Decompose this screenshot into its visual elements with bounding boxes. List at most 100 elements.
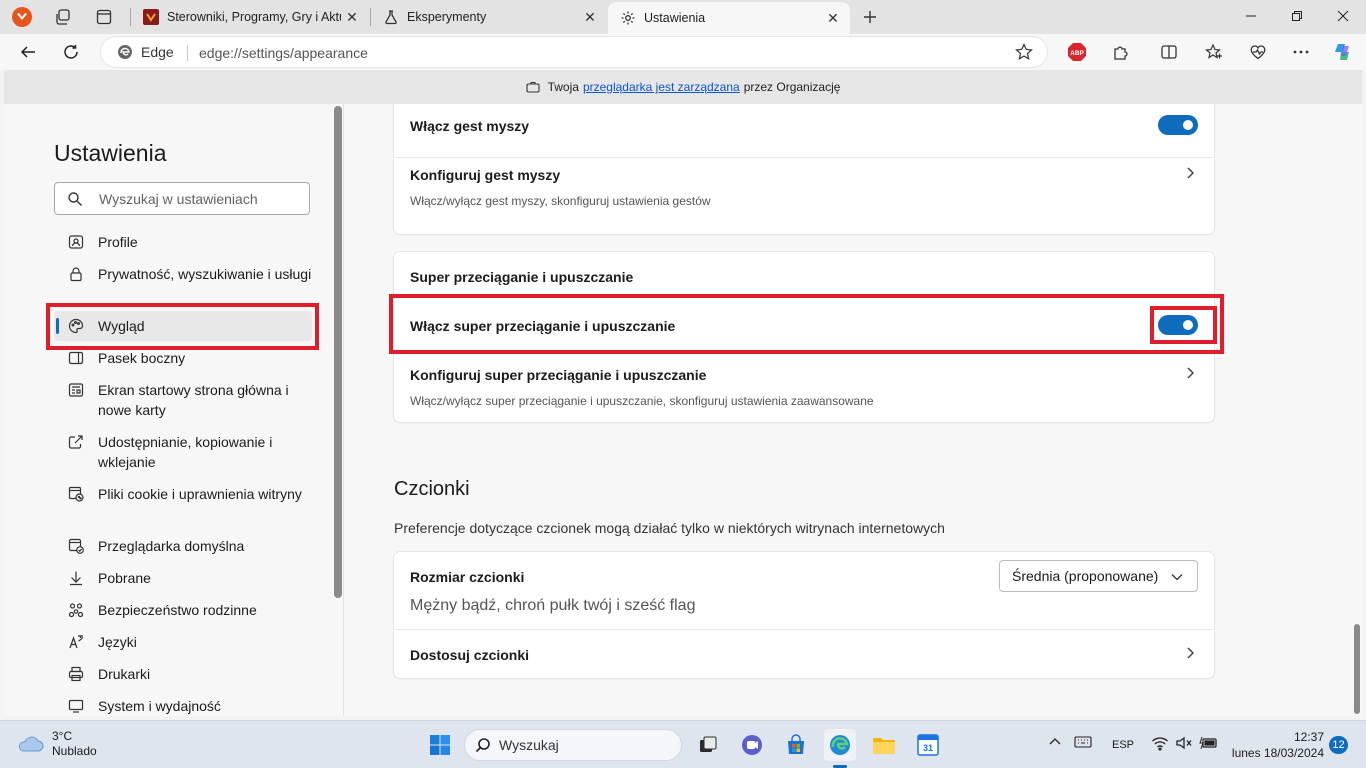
browser-essentials-icon[interactable] (1243, 37, 1273, 67)
back-arrow-icon[interactable] (13, 37, 43, 67)
chevron-down-icon (1171, 574, 1183, 581)
taskbar-search[interactable]: Wyszukaj (464, 729, 682, 761)
favorite-star-icon[interactable] (1015, 43, 1033, 64)
sidebar-item-printers[interactable]: Drukarki (54, 664, 312, 684)
site-identity[interactable]: Edge (117, 44, 174, 60)
workspaces-icon[interactable] (50, 5, 76, 29)
sidebar-item-label: Pliki cookie i uprawnienia witryny (98, 486, 302, 502)
sidebar-item-label: Języki (98, 634, 137, 650)
tab-ustawienia[interactable]: Ustawienia ✕ (608, 2, 850, 34)
font-size-dropdown[interactable]: Średnia (proponowane) (999, 560, 1198, 592)
settings-sidebar: Ustawienia Profile Prywatność, wyszukiwa… (4, 104, 344, 716)
sidebar-scrollbar[interactable] (334, 106, 342, 598)
tab-eksperymenty[interactable]: Eksperymenty ✕ (371, 2, 607, 32)
sidebar-item-profile[interactable]: Profile (54, 232, 312, 252)
super-drag-drop-header: Super przeciąganie i upuszczanie (410, 269, 634, 285)
sidebar-item-label: Wygląd (98, 318, 145, 334)
sidebar-item-downloads[interactable]: Pobrane (54, 568, 312, 588)
mouse-gesture-config-row[interactable]: Konfiguruj gest myszy Włącz/wyłącz gest … (394, 158, 1214, 234)
cloud-icon (18, 736, 44, 752)
sidebar-item-family[interactable]: Bezpieczeństwo rodzinne (54, 600, 312, 620)
new-tab-icon[interactable] (857, 5, 883, 29)
close-tab-icon[interactable]: ✕ (579, 6, 601, 28)
sidebar-item-label: Prywatność, wyszukiwanie i usługi (98, 266, 312, 282)
mouse-gesture-toggle[interactable] (1158, 115, 1198, 135)
sidebar-item-label: Profile (98, 234, 138, 250)
adblock-icon[interactable]: ABP (1062, 37, 1092, 67)
copilot-icon[interactable] (1328, 37, 1358, 67)
close-tab-icon[interactable]: ✕ (341, 6, 363, 28)
weather-widget[interactable]: 3°C Nublado (16, 729, 97, 759)
microsoft-store-icon[interactable] (780, 729, 812, 761)
address-bar[interactable]: Edge edge://settings/appearance (100, 36, 1048, 68)
sidebar-item-appearance[interactable]: Wygląd (54, 311, 312, 341)
show-hidden-icons-icon[interactable] (1047, 734, 1063, 753)
main-scrollbar[interactable] (1354, 624, 1360, 714)
super-drag-drop-config-row[interactable]: Konfiguruj super przeciąganie i upuszcza… (394, 351, 1214, 421)
favorites-icon[interactable] (1199, 37, 1229, 67)
close-tab-icon[interactable]: ✕ (822, 7, 844, 29)
sidebar-item-cookies[interactable]: Pliki cookie i uprawnienia witryny (54, 484, 312, 504)
keyboard-icon[interactable] (1074, 734, 1092, 753)
input-language[interactable]: ESP (1112, 739, 1134, 751)
weather-temp: 3°C (52, 729, 73, 743)
sidebar-item-label: Przeglądarka domyślna (98, 538, 245, 554)
teams-chat-icon[interactable] (736, 729, 768, 761)
file-explorer-icon[interactable] (868, 729, 900, 761)
edge-browser-icon[interactable] (824, 729, 856, 761)
wifi-icon[interactable] (1151, 735, 1169, 754)
sidebar-item-system[interactable]: System i wydajność (54, 696, 312, 716)
profile-avatar-icon[interactable] (9, 5, 35, 29)
gear-icon (620, 10, 636, 26)
edge-logo-icon (118, 45, 132, 59)
home-icon (66, 380, 86, 400)
split-screen-icon[interactable] (1154, 37, 1184, 67)
printer-icon (66, 664, 86, 684)
system-clock[interactable]: 12:37 lunes 18/03/2024 (1228, 729, 1324, 761)
mouse-gesture-config-desc: Włącz/wyłącz gest myszy, skonfiguruj ust… (410, 194, 711, 208)
managed-link[interactable]: przeglądarka jest zarządzana (583, 80, 740, 94)
tab-title: Ustawienia (644, 11, 706, 25)
settings-search[interactable] (54, 182, 310, 215)
notification-badge[interactable]: 12 (1329, 736, 1348, 754)
battery-charging-icon[interactable] (1199, 735, 1219, 754)
weather-desc: Nublado (52, 744, 97, 758)
customize-fonts-row[interactable]: Dostosuj czcionki (394, 630, 1214, 678)
sidebar-item-default-browser[interactable]: Przeglądarka domyślna (54, 536, 312, 556)
task-view-icon[interactable] (692, 729, 724, 761)
sidebar-title: Ustawienia (54, 140, 167, 166)
super-drag-drop-toggle[interactable] (1158, 315, 1198, 335)
tab-actions-icon[interactable] (91, 5, 117, 29)
sidebar-item-label: Drukarki (98, 666, 151, 682)
browser-icon (66, 536, 86, 556)
close-window-icon[interactable] (1320, 0, 1366, 32)
system-icon (66, 696, 86, 716)
sidebar-item-sidebar[interactable]: Pasek boczny (54, 348, 312, 368)
sidebar-item-privacy[interactable]: Prywatność, wyszukiwanie i usługi (54, 264, 312, 284)
font-sample-text: Mężny bądź, chroń pułk twój i sześć flag (410, 597, 696, 614)
restore-icon[interactable] (1274, 0, 1320, 32)
super-drag-drop-card: Super przeciąganie i upuszczanie Włącz s… (394, 252, 1214, 422)
url-text[interactable]: edge://settings/appearance (199, 45, 368, 61)
banner-suffix: przez Organizację (743, 80, 841, 94)
svg-text:ABP: ABP (1070, 50, 1084, 57)
minimize-icon[interactable] (1228, 0, 1274, 32)
sidebar-item-languages[interactable]: Języki (54, 632, 312, 652)
speaker-muted-icon[interactable] (1175, 735, 1193, 754)
sidebar-item-share[interactable]: Udostępnianie, kopiowanie i wklejanie (54, 432, 312, 472)
sidebar-item-start-home[interactable]: Ekran startowy strona główna i nowe kart… (54, 380, 312, 420)
calendar-app-icon[interactable]: 31 (912, 729, 944, 761)
windows-start-icon[interactable] (424, 729, 456, 761)
managed-browser-banner: Twoja przeglądarka jest zarządzana przez… (4, 70, 1362, 104)
fonts-heading: Czcionki (394, 478, 470, 500)
refresh-icon[interactable] (56, 37, 86, 67)
share-icon (66, 432, 86, 452)
tab-sterowniki[interactable]: Sterowniki, Programy, Gry i Aktua ✕ (131, 2, 369, 32)
tab-strip: Sterowniki, Programy, Gry i Aktua ✕ Eksp… (0, 0, 1366, 34)
mouse-gesture-toggle-label: Włącz gest myszy (410, 118, 530, 134)
sidebar-item-label: Udostępnianie, kopiowanie i wklejanie (98, 434, 273, 470)
more-options-icon[interactable] (1286, 37, 1316, 67)
sidebar-item-label: Ekran startowy strona główna i nowe kart… (98, 382, 289, 418)
extensions-icon[interactable] (1106, 37, 1136, 67)
search-input[interactable] (99, 189, 299, 209)
